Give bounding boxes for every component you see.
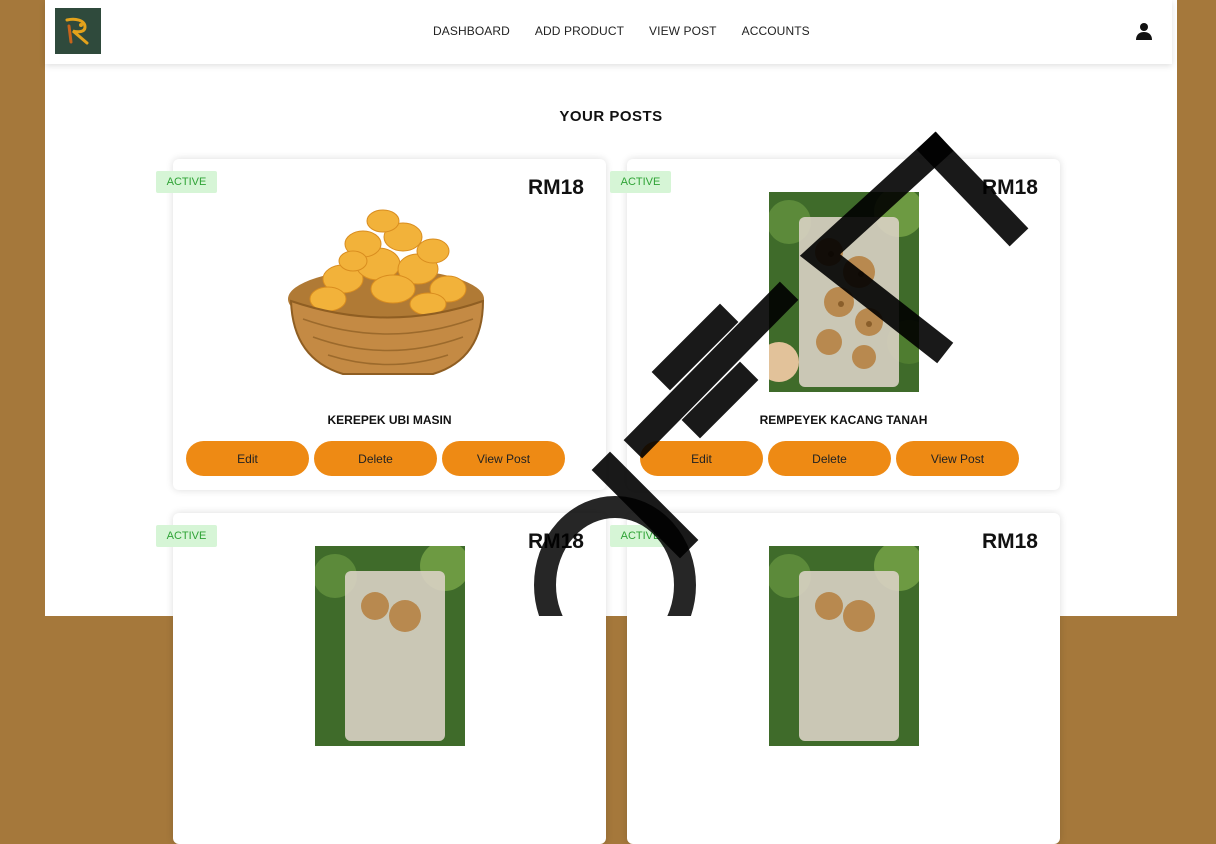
- product-image: [769, 546, 919, 746]
- edit-button[interactable]: Edit: [640, 441, 763, 476]
- product-image: [315, 546, 465, 746]
- delete-button[interactable]: Delete: [314, 441, 437, 476]
- brand-logo[interactable]: [55, 8, 101, 54]
- post-card: ACTIVE RM18 KEREPEK UBI MASIN Edit Delet…: [156, 159, 606, 490]
- nav-dashboard[interactable]: DASHBOARD: [433, 24, 510, 38]
- price: RM18: [527, 176, 584, 199]
- edit-button[interactable]: Edit: [186, 441, 309, 476]
- nav-view-post[interactable]: VIEW POST: [649, 24, 717, 38]
- price: RM18: [981, 530, 1038, 553]
- status-badge: ACTIVE: [610, 171, 671, 193]
- nav-add-product[interactable]: ADD PRODUCT: [535, 24, 624, 38]
- product-image: [769, 192, 919, 392]
- card-actions: Edit Delete View Post: [640, 441, 1019, 476]
- delete-button[interactable]: Delete: [768, 441, 891, 476]
- price: RM18: [981, 176, 1038, 199]
- user-icon[interactable]: [1135, 22, 1153, 40]
- main-nav: DASHBOARD ADD PRODUCT VIEW POST ACCOUNTS: [433, 24, 835, 38]
- view-post-button[interactable]: View Post: [896, 441, 1019, 476]
- product-name: REMPEYEK KACANG TANAH: [759, 413, 928, 427]
- view-post-button[interactable]: View Post: [442, 441, 565, 476]
- status-badge: ACTIVE: [156, 525, 217, 547]
- status-badge: ACTIVE: [610, 525, 671, 547]
- price: RM18: [527, 530, 584, 553]
- card-actions: Edit Delete View Post: [186, 441, 565, 476]
- product-image: [288, 209, 485, 375]
- status-badge: ACTIVE: [156, 171, 217, 193]
- product-name: KEREPEK UBI MASIN: [327, 413, 452, 427]
- page-title: YOUR POSTS: [559, 108, 663, 125]
- navbar: DASHBOARD ADD PRODUCT VIEW POST ACCOUNTS: [45, 0, 1172, 64]
- page: DASHBOARD ADD PRODUCT VIEW POST ACCOUNTS…: [45, 0, 1177, 844]
- post-card: ACTIVE RM18: [610, 513, 1060, 844]
- dragon-logo-icon: [65, 17, 89, 45]
- post-card: ACTIVE RM18: [156, 513, 606, 844]
- post-card: ACTIVE RM18 REMPEYEK KACANG TANAH Edit D…: [610, 159, 1060, 490]
- nav-accounts[interactable]: ACCOUNTS: [742, 24, 810, 38]
